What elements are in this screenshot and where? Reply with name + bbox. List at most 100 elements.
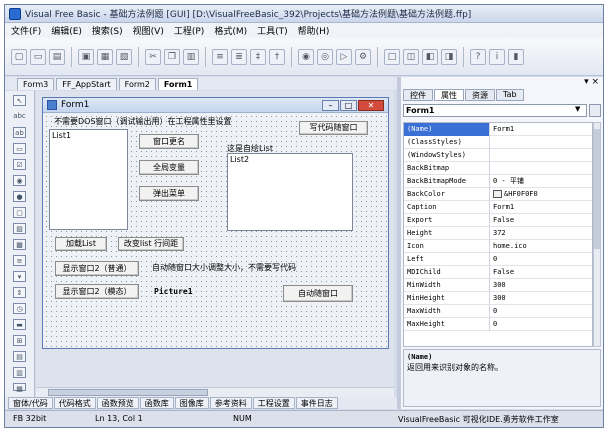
- listbox-tool-icon[interactable]: ≡: [13, 255, 26, 266]
- timer-tool-icon[interactable]: ◷: [13, 303, 26, 314]
- change-list-button[interactable]: 改变list 行间距: [118, 237, 184, 251]
- checkbox-tool-icon[interactable]: ☑: [13, 159, 26, 170]
- tab-tab[interactable]: Tab: [496, 89, 524, 101]
- minimize-icon[interactable]: –: [322, 100, 339, 111]
- popup-menu-button[interactable]: 弹出菜单: [139, 186, 199, 201]
- help-icon[interactable]: ?: [470, 48, 486, 65]
- uncomment-icon[interactable]: †: [269, 48, 285, 65]
- settings-icon[interactable]: ⚙: [355, 48, 371, 65]
- property-row[interactable]: BackColor &HF0F0F0: [404, 188, 592, 201]
- window-icon[interactable]: □: [384, 48, 400, 65]
- property-grid-scrollbar[interactable]: [593, 122, 601, 347]
- compile-icon[interactable]: ◉: [298, 48, 314, 65]
- property-row[interactable]: MaxHeight 0: [404, 318, 592, 331]
- property-row[interactable]: MinHeight 300: [404, 292, 592, 305]
- scrollbar-tool-icon[interactable]: ⇕: [13, 287, 26, 298]
- image-tool-icon[interactable]: ▩: [13, 239, 26, 250]
- menu-edit[interactable]: 编辑(E): [51, 24, 82, 37]
- tab-form3[interactable]: Form3: [17, 78, 55, 90]
- property-row[interactable]: MaxWidth 0: [404, 305, 592, 318]
- save-icon[interactable]: ▣: [78, 48, 94, 65]
- textbox-tool-icon[interactable]: ab: [13, 127, 26, 138]
- write-code-button[interactable]: 写代码随窗口: [299, 121, 368, 135]
- picture-tool-icon[interactable]: ▨: [13, 223, 26, 234]
- property-row[interactable]: MinWidth 300: [404, 279, 592, 292]
- pointer-icon[interactable]: ↖: [13, 95, 26, 106]
- radio-tool-icon[interactable]: ●: [13, 191, 26, 202]
- property-row[interactable]: (Name) Form1: [404, 123, 592, 136]
- property-row[interactable]: BackBitmap: [404, 162, 592, 175]
- tab-properties[interactable]: 属性: [434, 89, 464, 101]
- show-window2-normal-button[interactable]: 显示窗口2（普通）: [55, 261, 139, 276]
- indent-icon[interactable]: ≡: [212, 48, 228, 65]
- bookmark-icon[interactable]: ▮: [508, 48, 524, 65]
- open-project-icon[interactable]: ▤: [49, 48, 65, 65]
- tab-form-code[interactable]: 窗体/代码: [8, 397, 53, 409]
- run-icon[interactable]: ▷: [336, 48, 352, 65]
- menu-project[interactable]: 工程(P): [174, 24, 204, 37]
- chevron-down-icon[interactable]: ▼: [575, 105, 580, 113]
- list2-box[interactable]: List2: [227, 153, 353, 231]
- tab-project-settings[interactable]: 工程设置: [252, 397, 295, 409]
- global-var-button[interactable]: 全局变量: [139, 160, 199, 175]
- code-icon[interactable]: ◫: [403, 48, 419, 65]
- auto-window-button[interactable]: 自动随窗口: [283, 285, 353, 302]
- close-icon[interactable]: ✕: [358, 100, 384, 111]
- option-tool-icon[interactable]: ◉: [13, 175, 26, 186]
- button-tool-icon[interactable]: ▭: [13, 143, 26, 154]
- treeview-tool-icon[interactable]: ⊞: [13, 335, 26, 346]
- build-icon[interactable]: ◎: [317, 48, 333, 65]
- designer-horizontal-scrollbar[interactable]: [36, 387, 394, 397]
- tab-function-library[interactable]: 函数库: [139, 397, 174, 409]
- save-all-icon[interactable]: ▦: [97, 48, 113, 65]
- label-tool-icon[interactable]: abc: [13, 111, 26, 122]
- tab-resources[interactable]: 资源: [465, 89, 495, 101]
- menu-search[interactable]: 搜索(S): [92, 24, 123, 37]
- menu-file[interactable]: 文件(F): [11, 24, 41, 37]
- menu-tools[interactable]: 工具(T): [257, 24, 288, 37]
- maximize-icon[interactable]: □: [340, 100, 357, 111]
- object-select[interactable]: Form1: [403, 104, 587, 117]
- object-menu-button[interactable]: [589, 104, 601, 117]
- property-row[interactable]: Export False: [404, 214, 592, 227]
- cut-icon[interactable]: ✂: [145, 48, 161, 65]
- progress-tool-icon[interactable]: ▬: [13, 319, 26, 330]
- property-row[interactable]: (WindowStyles): [404, 149, 592, 162]
- rename-window-button[interactable]: 窗口更名: [139, 134, 199, 149]
- form-icon[interactable]: ◧: [422, 48, 438, 65]
- tab-form1[interactable]: Form1: [157, 78, 199, 90]
- copy-icon[interactable]: ❐: [164, 48, 180, 65]
- open-folder-icon[interactable]: ▭: [30, 48, 46, 65]
- show-window2-modal-button[interactable]: 显示窗口2（模态）: [55, 284, 139, 299]
- about-icon[interactable]: i: [489, 48, 505, 65]
- combobox-tool-icon[interactable]: ▾: [13, 271, 26, 282]
- scrollbar-thumb[interactable]: [48, 389, 208, 396]
- property-row[interactable]: Icon home.ico: [404, 240, 592, 253]
- property-row[interactable]: (ClassStyles): [404, 136, 592, 149]
- listview-tool-icon[interactable]: ▤: [13, 351, 26, 362]
- tab-form2[interactable]: Form2: [118, 78, 156, 90]
- frame-tool-icon[interactable]: ▢: [13, 207, 26, 218]
- tab-controls[interactable]: 控件: [403, 89, 433, 101]
- property-row[interactable]: MDIChild False: [404, 266, 592, 279]
- property-row[interactable]: Height 372: [404, 227, 592, 240]
- tab-function-preview[interactable]: 函数预览: [96, 397, 139, 409]
- scrollbar-thumb[interactable]: [594, 129, 600, 249]
- tab-code-format[interactable]: 代码格式: [53, 397, 96, 409]
- new-file-icon[interactable]: ▢: [11, 48, 27, 65]
- statusbar-tool-icon[interactable]: ▦: [13, 383, 26, 393]
- property-row[interactable]: Caption Form1: [404, 201, 592, 214]
- paste-icon[interactable]: ▥: [183, 48, 199, 65]
- tab-ff-appstart[interactable]: FF_AppStart: [56, 78, 117, 90]
- form1-preview[interactable]: Form1 – □ ✕ 不需要DOS窗口（调试输出用）在工程属性里设置 写代码随…: [42, 97, 389, 349]
- tab-image-library[interactable]: 图像库: [174, 397, 209, 409]
- close-file-icon[interactable]: ▧: [116, 48, 132, 65]
- load-list-button[interactable]: 加载List: [55, 237, 107, 251]
- outdent-icon[interactable]: ≣: [231, 48, 247, 65]
- module-icon[interactable]: ◨: [441, 48, 457, 65]
- property-row[interactable]: Left 0: [404, 253, 592, 266]
- toolbar-tool-icon[interactable]: ▥: [13, 367, 26, 378]
- menu-format[interactable]: 格式(M): [214, 24, 247, 37]
- tab-reference[interactable]: 参考资料: [209, 397, 252, 409]
- property-row[interactable]: BackBitmapMode 0 - 平铺: [404, 175, 592, 188]
